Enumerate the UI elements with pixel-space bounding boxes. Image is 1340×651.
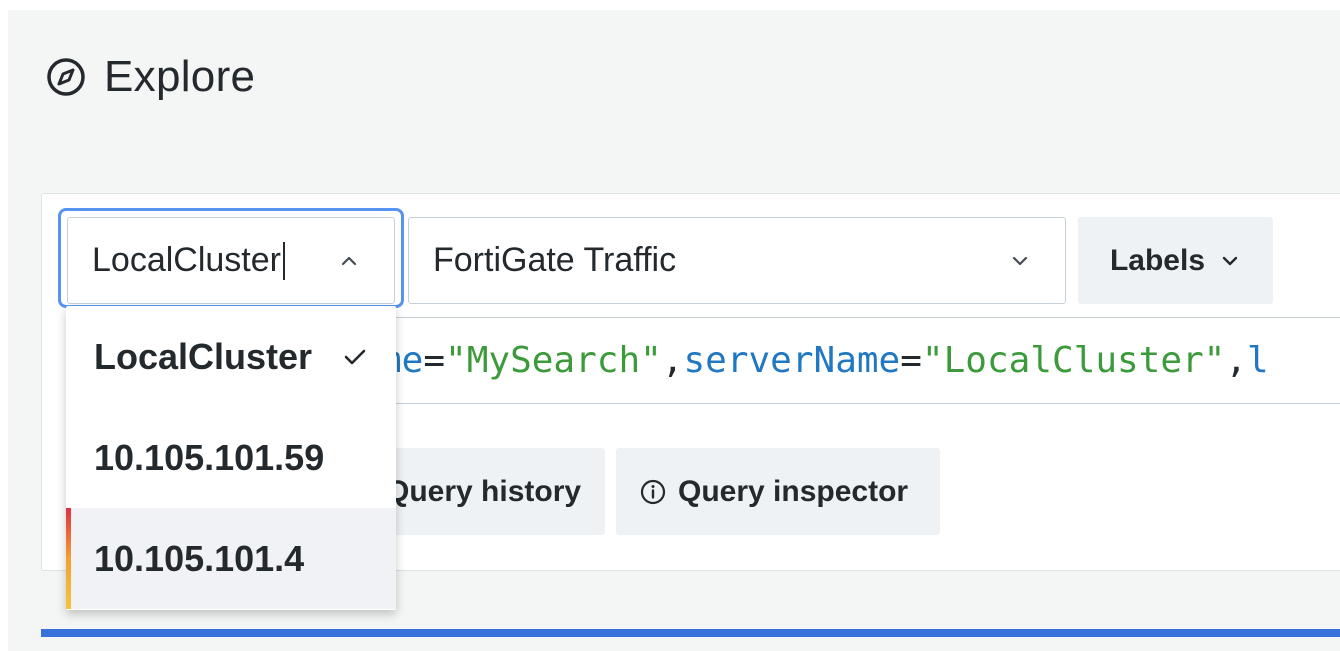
query-history-label: Query history [386,474,582,508]
query-token: "LocalCluster" [921,340,1226,381]
labels-button-label: Labels [1109,243,1206,277]
datasource-dropdown-menu: LocalCluster 10.105.101.59 10.105.101.4 [66,306,396,610]
page-header: Explore [44,52,255,102]
query-token: = [900,340,922,381]
dropdown-option-10-105-101-59[interactable]: 10.105.101.59 [66,407,396,508]
query-token: , [661,340,684,381]
dropdown-option-label: 10.105.101.59 [94,436,325,478]
query-text: me="MySearch",serverName="LocalCluster",… [380,340,1269,381]
query-token: serverName [683,340,901,381]
check-icon [344,349,366,364]
text-cursor [282,241,285,280]
dropdown-option-label: LocalCluster [94,335,313,377]
chevron-down-icon [1012,256,1028,266]
datasource-picker-value: LocalCluster [92,241,281,279]
query-token: l [1247,340,1269,381]
query-token: "MySearch" [445,340,662,381]
query-token: = [423,340,446,381]
query-inspector-button[interactable]: Query inspector [616,448,940,535]
chevron-down-icon [1222,256,1238,265]
page-title: Explore [104,52,256,101]
query-token: , [1225,340,1248,381]
dropdown-option-10-105-101-4[interactable]: 10.105.101.4 [66,508,396,609]
dropdown-option-localcluster[interactable]: LocalCluster [66,306,396,407]
compass-icon [47,58,85,96]
info-circle-icon [640,479,666,504]
query-inspector-label: Query inspector [678,474,909,508]
chevron-up-icon [341,256,357,266]
loading-progress-bar [41,629,1340,637]
stream-select[interactable]: FortiGate Traffic [408,217,1066,304]
stream-select-value: FortiGate Traffic [433,241,677,279]
datasource-picker[interactable]: LocalCluster [67,217,395,304]
labels-button[interactable]: Labels [1078,217,1273,304]
dropdown-option-label: 10.105.101.4 [94,537,305,579]
